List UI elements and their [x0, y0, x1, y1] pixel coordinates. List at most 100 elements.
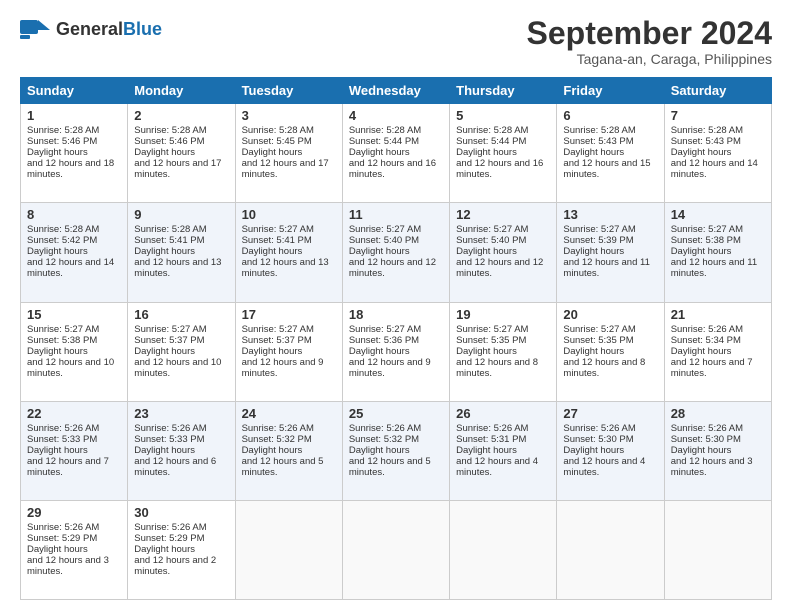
header: GeneralBlue September 2024 Tagana-an, Ca… [20, 16, 772, 67]
day-number: 26 [456, 406, 550, 421]
col-friday: Friday [557, 78, 664, 104]
location: Tagana-an, Caraga, Philippines [527, 51, 772, 67]
sunrise: Sunrise: 5:27 AMSunset: 5:36 PMDaylight … [349, 324, 431, 379]
col-wednesday: Wednesday [342, 78, 449, 104]
table-row: 14 Sunrise: 5:27 AMSunset: 5:38 PMDaylig… [664, 203, 771, 302]
empty-cell [450, 500, 557, 599]
table-row: 18 Sunrise: 5:27 AMSunset: 5:36 PMDaylig… [342, 302, 449, 401]
day-number: 20 [563, 307, 657, 322]
table-row: 24 Sunrise: 5:26 AMSunset: 5:32 PMDaylig… [235, 401, 342, 500]
sunrise: Sunrise: 5:26 AMSunset: 5:31 PMDaylight … [456, 423, 538, 478]
empty-cell [235, 500, 342, 599]
day-number: 21 [671, 307, 765, 322]
sunrise: Sunrise: 5:28 AMSunset: 5:45 PMDaylight … [242, 125, 329, 180]
day-number: 8 [27, 207, 121, 222]
sunrise: Sunrise: 5:27 AMSunset: 5:40 PMDaylight … [456, 224, 543, 279]
title-area: September 2024 Tagana-an, Caraga, Philip… [527, 16, 772, 67]
empty-cell [342, 500, 449, 599]
sunrise: Sunrise: 5:28 AMSunset: 5:43 PMDaylight … [671, 125, 758, 180]
sunrise: Sunrise: 5:27 AMSunset: 5:35 PMDaylight … [456, 324, 538, 379]
table-row: 13 Sunrise: 5:27 AMSunset: 5:39 PMDaylig… [557, 203, 664, 302]
sunrise: Sunrise: 5:28 AMSunset: 5:44 PMDaylight … [349, 125, 436, 180]
day-number: 1 [27, 108, 121, 123]
table-row: 6 Sunrise: 5:28 AMSunset: 5:43 PMDayligh… [557, 104, 664, 203]
empty-cell [557, 500, 664, 599]
sunrise: Sunrise: 5:28 AMSunset: 5:41 PMDaylight … [134, 224, 221, 279]
table-row: 4 Sunrise: 5:28 AMSunset: 5:44 PMDayligh… [342, 104, 449, 203]
table-row: 7 Sunrise: 5:28 AMSunset: 5:43 PMDayligh… [664, 104, 771, 203]
day-number: 2 [134, 108, 228, 123]
week-row: 22 Sunrise: 5:26 AMSunset: 5:33 PMDaylig… [21, 401, 772, 500]
day-number: 28 [671, 406, 765, 421]
sunrise: Sunrise: 5:28 AMSunset: 5:46 PMDaylight … [27, 125, 114, 180]
sunrise: Sunrise: 5:26 AMSunset: 5:29 PMDaylight … [27, 522, 109, 577]
table-row: 26 Sunrise: 5:26 AMSunset: 5:31 PMDaylig… [450, 401, 557, 500]
day-number: 15 [27, 307, 121, 322]
col-sunday: Sunday [21, 78, 128, 104]
day-number: 29 [27, 505, 121, 520]
day-number: 3 [242, 108, 336, 123]
sunrise: Sunrise: 5:27 AMSunset: 5:35 PMDaylight … [563, 324, 645, 379]
table-row: 20 Sunrise: 5:27 AMSunset: 5:35 PMDaylig… [557, 302, 664, 401]
sunrise: Sunrise: 5:28 AMSunset: 5:44 PMDaylight … [456, 125, 543, 180]
day-number: 11 [349, 207, 443, 222]
day-number: 18 [349, 307, 443, 322]
col-thursday: Thursday [450, 78, 557, 104]
table-row: 3 Sunrise: 5:28 AMSunset: 5:45 PMDayligh… [235, 104, 342, 203]
month-title: September 2024 [527, 16, 772, 51]
day-number: 16 [134, 307, 228, 322]
sunrise: Sunrise: 5:27 AMSunset: 5:38 PMDaylight … [27, 324, 114, 379]
day-number: 19 [456, 307, 550, 322]
logo-blue: Blue [123, 19, 162, 39]
day-number: 30 [134, 505, 228, 520]
header-row: Sunday Monday Tuesday Wednesday Thursday… [21, 78, 772, 104]
table-row: 28 Sunrise: 5:26 AMSunset: 5:30 PMDaylig… [664, 401, 771, 500]
table-row: 12 Sunrise: 5:27 AMSunset: 5:40 PMDaylig… [450, 203, 557, 302]
table-row: 25 Sunrise: 5:26 AMSunset: 5:32 PMDaylig… [342, 401, 449, 500]
table-row: 23 Sunrise: 5:26 AMSunset: 5:33 PMDaylig… [128, 401, 235, 500]
table-row: 10 Sunrise: 5:27 AMSunset: 5:41 PMDaylig… [235, 203, 342, 302]
sunrise: Sunrise: 5:26 AMSunset: 5:34 PMDaylight … [671, 324, 753, 379]
calendar-table: Sunday Monday Tuesday Wednesday Thursday… [20, 77, 772, 600]
day-number: 6 [563, 108, 657, 123]
calendar-page: GeneralBlue September 2024 Tagana-an, Ca… [0, 0, 792, 612]
sunrise: Sunrise: 5:26 AMSunset: 5:33 PMDaylight … [134, 423, 216, 478]
sunrise: Sunrise: 5:26 AMSunset: 5:32 PMDaylight … [349, 423, 431, 478]
table-row: 29 Sunrise: 5:26 AMSunset: 5:29 PMDaylig… [21, 500, 128, 599]
day-number: 10 [242, 207, 336, 222]
table-row: 17 Sunrise: 5:27 AMSunset: 5:37 PMDaylig… [235, 302, 342, 401]
table-row: 15 Sunrise: 5:27 AMSunset: 5:38 PMDaylig… [21, 302, 128, 401]
day-number: 24 [242, 406, 336, 421]
week-row: 15 Sunrise: 5:27 AMSunset: 5:38 PMDaylig… [21, 302, 772, 401]
week-row: 29 Sunrise: 5:26 AMSunset: 5:29 PMDaylig… [21, 500, 772, 599]
sunrise: Sunrise: 5:26 AMSunset: 5:32 PMDaylight … [242, 423, 324, 478]
day-number: 4 [349, 108, 443, 123]
day-number: 25 [349, 406, 443, 421]
table-row: 9 Sunrise: 5:28 AMSunset: 5:41 PMDayligh… [128, 203, 235, 302]
day-number: 27 [563, 406, 657, 421]
table-row: 1 Sunrise: 5:28 AMSunset: 5:46 PMDayligh… [21, 104, 128, 203]
logo: GeneralBlue [20, 16, 162, 44]
table-row: 5 Sunrise: 5:28 AMSunset: 5:44 PMDayligh… [450, 104, 557, 203]
table-row: 19 Sunrise: 5:27 AMSunset: 5:35 PMDaylig… [450, 302, 557, 401]
sunrise: Sunrise: 5:26 AMSunset: 5:30 PMDaylight … [563, 423, 645, 478]
sunrise: Sunrise: 5:26 AMSunset: 5:33 PMDaylight … [27, 423, 109, 478]
week-row: 8 Sunrise: 5:28 AMSunset: 5:42 PMDayligh… [21, 203, 772, 302]
day-number: 22 [27, 406, 121, 421]
day-number: 23 [134, 406, 228, 421]
sunrise: Sunrise: 5:28 AMSunset: 5:42 PMDaylight … [27, 224, 114, 279]
sunrise: Sunrise: 5:27 AMSunset: 5:38 PMDaylight … [671, 224, 757, 279]
table-row: 16 Sunrise: 5:27 AMSunset: 5:37 PMDaylig… [128, 302, 235, 401]
sunrise: Sunrise: 5:27 AMSunset: 5:37 PMDaylight … [242, 324, 324, 379]
table-row: 30 Sunrise: 5:26 AMSunset: 5:29 PMDaylig… [128, 500, 235, 599]
day-number: 5 [456, 108, 550, 123]
day-number: 17 [242, 307, 336, 322]
logo-general: General [56, 19, 123, 39]
day-number: 7 [671, 108, 765, 123]
table-row: 22 Sunrise: 5:26 AMSunset: 5:33 PMDaylig… [21, 401, 128, 500]
table-row: 27 Sunrise: 5:26 AMSunset: 5:30 PMDaylig… [557, 401, 664, 500]
sunrise: Sunrise: 5:27 AMSunset: 5:37 PMDaylight … [134, 324, 221, 379]
day-number: 14 [671, 207, 765, 222]
logo-icon [20, 16, 52, 44]
sunrise: Sunrise: 5:28 AMSunset: 5:43 PMDaylight … [563, 125, 650, 180]
